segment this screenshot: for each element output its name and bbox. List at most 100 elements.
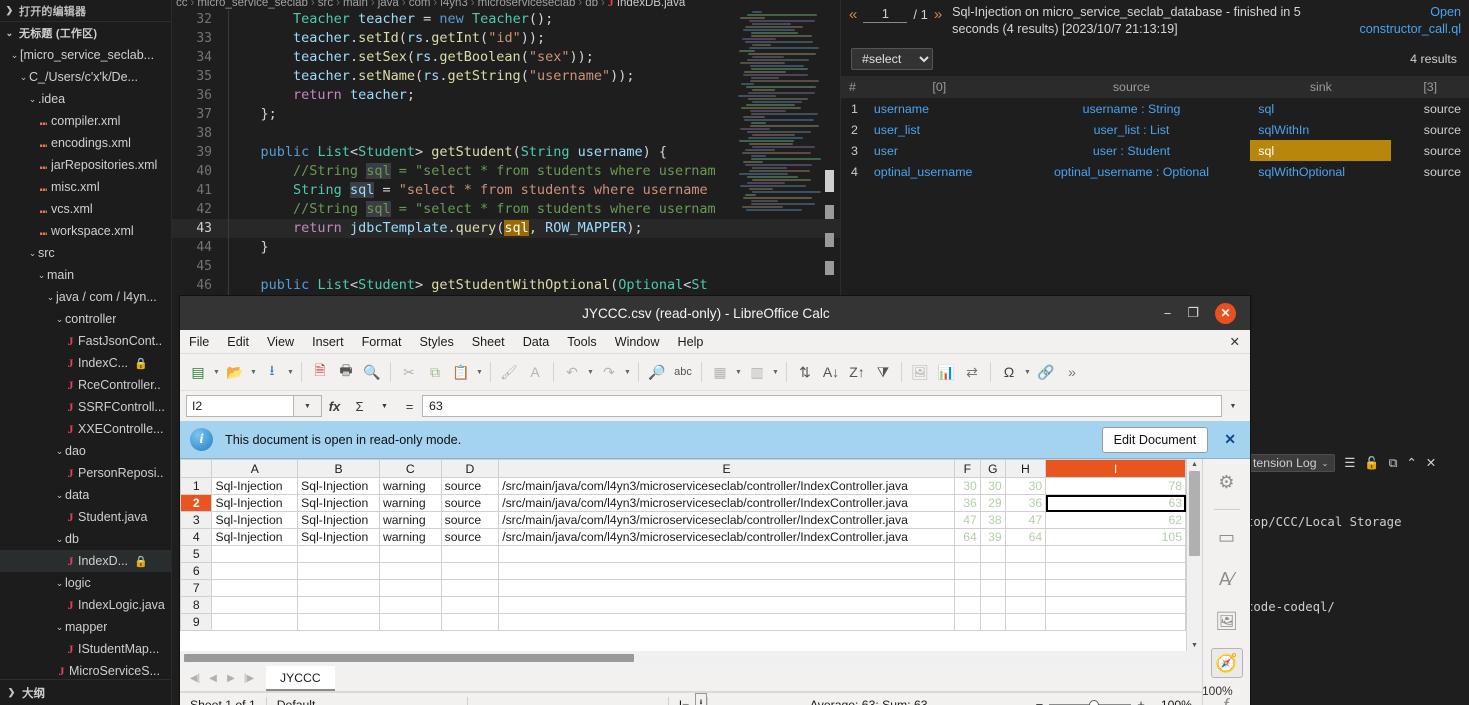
menu-tools[interactable]: Tools [558, 333, 605, 351]
autofilter-icon[interactable]: ⧩ [870, 359, 896, 385]
tree-item-fastjsoncont[interactable]: J FastJsonCont.. [0, 330, 171, 352]
cell-E3[interactable]: /src/main/java/com/l4yn3/microservicesec… [498, 511, 955, 529]
column-header-E[interactable]: E [498, 459, 955, 478]
tree-item-student-java[interactable]: J Student.java [0, 506, 171, 528]
breadcrumb-part[interactable]: micro_service_seclab [197, 0, 308, 9]
cell-I8[interactable] [1045, 596, 1186, 614]
cell-A5[interactable] [211, 545, 299, 563]
result-sink[interactable]: sql [1250, 140, 1392, 161]
cell-G5[interactable] [979, 545, 1006, 563]
sheet-row[interactable]: 5 [180, 545, 1186, 563]
cell-I6[interactable] [1045, 562, 1186, 580]
cell-G7[interactable] [979, 579, 1006, 597]
cell-E6[interactable] [498, 562, 955, 580]
column-header-A[interactable]: A [211, 459, 299, 478]
zoom-in-button[interactable]: + [1131, 697, 1151, 705]
codeql-column-header[interactable]: sink [1250, 76, 1392, 98]
document-modified-icon[interactable]: ⭳ [695, 692, 707, 705]
tree-item-encodings-xml[interactable]: ⑉ encodings.xml [0, 132, 171, 154]
cell-F5[interactable] [953, 545, 981, 563]
outline-section[interactable]: ❯ 大纲 [0, 679, 171, 705]
cell-D3[interactable]: source [440, 511, 500, 529]
close-icon[interactable]: ✕ [1426, 456, 1436, 470]
save-icon[interactable]: ⭳ [259, 359, 285, 385]
result-sink[interactable]: sql [1250, 98, 1391, 119]
codeql-result-row[interactable]: 4 optinal_username optinal_username : Opti… [841, 161, 1469, 182]
cell-I4[interactable]: 105 [1045, 528, 1186, 546]
codeql-result-row[interactable]: 3 user user : Student sql source [841, 140, 1469, 161]
tree-item-istudentmap[interactable]: J IStudentMap... [0, 638, 171, 660]
cell-F8[interactable] [953, 596, 981, 614]
sheet-row[interactable]: 9 [180, 613, 1186, 631]
cell-H8[interactable] [1004, 596, 1047, 614]
scroll-up-icon[interactable]: ▲ [1187, 459, 1202, 470]
row-header-9[interactable]: 9 [180, 613, 213, 631]
print-preview-icon[interactable]: 🔍 [359, 359, 385, 385]
formula-input-line[interactable]: 63 [422, 395, 1222, 417]
zoom-knob[interactable] [1089, 699, 1100, 705]
workspace-section[interactable]: ⌄ 无标题 (工作区) [0, 22, 171, 44]
result-source[interactable]: username : String [1013, 98, 1251, 119]
scrollbar-thumb[interactable] [825, 170, 834, 192]
cell-D1[interactable]: source [440, 477, 500, 495]
column-header-row[interactable]: ABCDEFGHI [180, 459, 1186, 478]
split-editor-icon[interactable]: ⧉ [1389, 456, 1398, 471]
cell-H6[interactable] [1004, 562, 1047, 580]
unlock-icon[interactable]: 🔓 [1364, 456, 1379, 471]
chevron-down-icon[interactable]: ▼ [622, 359, 633, 385]
cell-B2[interactable]: Sql-Injection [297, 494, 380, 512]
cell-A1[interactable]: Sql-Injection [211, 477, 299, 495]
cell-E7[interactable] [498, 579, 955, 597]
gallery-icon[interactable]: 🖼 [1211, 606, 1243, 636]
chevron-down-icon[interactable]: ▼ [372, 395, 397, 417]
cell-C7[interactable] [378, 579, 442, 597]
zoom-slider[interactable]: − + [1030, 697, 1151, 705]
cell-D6[interactable] [440, 562, 500, 580]
column-header-I[interactable]: I [1045, 459, 1186, 478]
tree-item-logic[interactable]: ⌄ logic [0, 572, 171, 594]
breadcrumb-part[interactable]: l4yn3 [440, 0, 468, 9]
codeql-column-header[interactable]: # [841, 76, 866, 98]
result-source[interactable]: user_list : List [1013, 119, 1251, 140]
result-source[interactable]: user : Student [1013, 140, 1251, 161]
result-col0[interactable]: user_list [866, 119, 1013, 140]
cell-D8[interactable] [440, 596, 500, 614]
chevron-double-right-icon[interactable]: » [934, 6, 942, 23]
find-replace-icon[interactable]: 🔎 [644, 359, 670, 385]
breadcrumb-part[interactable]: src [318, 0, 333, 9]
spreadsheet-table[interactable]: ABCDEFGHI 1 Sql-Injection Sql-Injection war… [180, 459, 1186, 631]
codeql-column-header[interactable]: [0] [865, 76, 1013, 98]
tree-item-compiler-xml[interactable]: ⑉ compiler.xml [0, 110, 171, 132]
copy-icon[interactable]: ⧉ [422, 359, 448, 385]
row-header-4[interactable]: 4 [180, 528, 213, 546]
row-header-3[interactable]: 3 [180, 511, 213, 529]
cut-icon[interactable]: ✂ [396, 359, 422, 385]
tree-item-workspace-xml[interactable]: ⑉ workspace.xml [0, 220, 171, 242]
spreadsheet-body[interactable]: 1 Sql-Injection Sql-Injection warning source… [180, 477, 1186, 631]
cell-F2[interactable]: 36 [953, 494, 981, 512]
row-header-5[interactable]: 5 [180, 545, 213, 563]
breadcrumb-part[interactable]: com [409, 0, 431, 9]
next-sheet-icon[interactable]: ▶ [222, 665, 240, 691]
tree-item-controller[interactable]: ⌄ controller [0, 308, 171, 330]
tree-item-ssrfcontroll[interactable]: J SSRFControll... [0, 396, 171, 418]
cell-H9[interactable] [1004, 613, 1047, 631]
name-box[interactable]: I2 [186, 395, 294, 417]
cell-E8[interactable] [498, 596, 955, 614]
cell-A3[interactable]: Sql-Injection [211, 511, 299, 529]
cell-H4[interactable]: 64 [1004, 528, 1047, 546]
result-col0[interactable]: optinal_username [866, 161, 1013, 182]
function-wizard-icon[interactable]: fx [322, 395, 347, 417]
menu-styles[interactable]: Styles [410, 333, 462, 351]
column-header-G[interactable]: G [979, 459, 1006, 478]
cell-E2[interactable]: /src/main/java/com/l4yn3/microservicesec… [498, 494, 955, 512]
cell-D2[interactable]: source [440, 494, 500, 512]
result-sink[interactable]: sqlWithIn [1250, 119, 1391, 140]
minimap[interactable] [738, 11, 822, 300]
breadcrumb-part[interactable]: db [585, 0, 598, 9]
menu-view[interactable]: View [258, 333, 303, 351]
cell-A2[interactable]: Sql-Injection [211, 494, 299, 512]
chevron-down-icon[interactable]: ▼ [248, 359, 259, 385]
codeql-column-header[interactable]: [3] [1391, 76, 1469, 98]
column-header-F[interactable]: F [953, 459, 981, 478]
